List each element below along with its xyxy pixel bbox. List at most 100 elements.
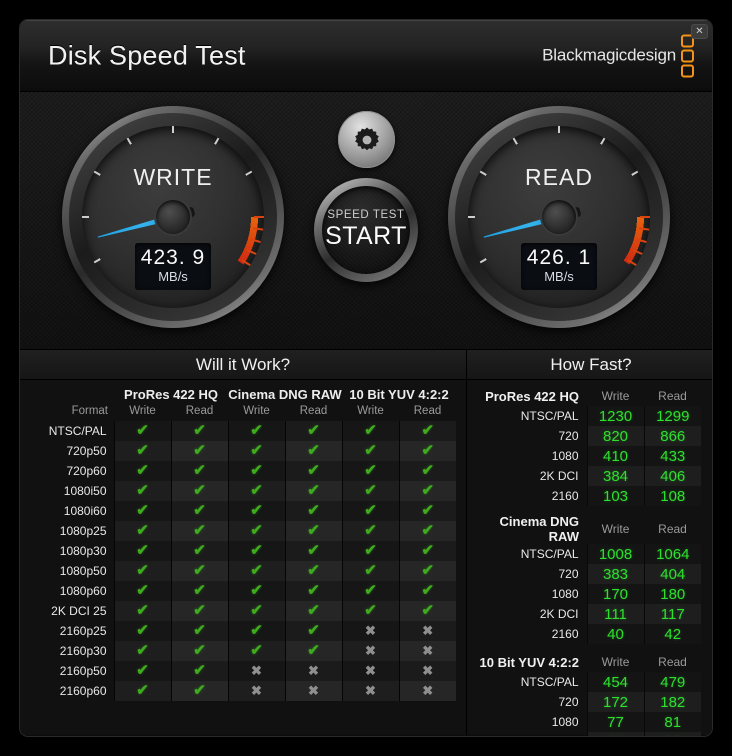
write-speed-value: 820 [586, 426, 644, 446]
format-label: 2K DCI 25 [51, 604, 107, 618]
supported-check-icon: ✔ [398, 561, 456, 581]
column-header-format: Format [71, 405, 108, 417]
supported-check-icon: ✔ [227, 621, 285, 641]
results-area: Will it Work? ProRes 422 HQ Cinema DNG R… [20, 350, 712, 736]
unsupported-cross-icon: ✖ [398, 621, 456, 641]
read-speed-value: 406 [643, 466, 701, 486]
close-icon[interactable]: ✕ [691, 24, 708, 39]
format-label: 1080i60 [63, 504, 107, 518]
compatibility-table: ProRes 422 HQ Cinema DNG RAW 10 Bit YUV … [32, 386, 456, 701]
supported-check-icon: ✔ [398, 441, 456, 461]
speed-row: 2K DCI5053 [477, 732, 701, 736]
supported-check-icon: ✔ [284, 501, 342, 521]
supported-check-icon: ✔ [398, 541, 456, 561]
speed-row: 1080 170 180 [477, 584, 701, 604]
column-header-dng-write: Write [243, 405, 270, 417]
supported-check-icon: ✔ [227, 541, 285, 561]
supported-check-icon: ✔ [284, 621, 342, 641]
supported-check-icon: ✔ [341, 521, 399, 541]
format-label: 2160p30 [59, 644, 107, 658]
read-gauge-face: READ 426. 1 MB/s [468, 126, 650, 308]
read-needle-hub [542, 200, 576, 234]
table-row: 1080i50 ✔ ✔ ✔ ✔ ✔ ✔ [32, 481, 456, 501]
unsupported-cross-icon: ✖ [398, 681, 456, 701]
supported-check-icon: ✔ [398, 581, 456, 601]
write-speed-value: 454 [586, 672, 644, 692]
compatibility-table-body: NTSC/PAL ✔ ✔ ✔ ✔ ✔ ✔ 720p50 ✔ ✔ ✔ ✔ ✔ ✔ 720p60 ✔ ✔ ✔ ✔ ✔ ✔ 10… [32, 421, 456, 701]
supported-check-icon: ✔ [227, 501, 285, 521]
format-label: 1080p60 [59, 584, 107, 598]
supported-check-icon: ✔ [398, 601, 456, 621]
resolution-label: 1080 [551, 587, 579, 601]
format-label: 1080p25 [59, 524, 107, 538]
supported-check-icon: ✔ [227, 441, 285, 461]
read-speed-value: 433 [643, 446, 701, 466]
write-speed-value: 50 [586, 732, 644, 736]
supported-check-icon: ✔ [284, 461, 342, 481]
supported-check-icon: ✔ [398, 421, 456, 441]
compatibility-matrix: ProRes 422 HQ Cinema DNG RAW 10 Bit YUV … [20, 380, 466, 701]
supported-check-icon: ✔ [170, 641, 228, 661]
blackmagic-logo-icon [681, 34, 694, 77]
supported-check-icon: ✔ [341, 601, 399, 621]
read-value: 426. 1 [526, 245, 592, 269]
write-gauge-label: WRITE [133, 164, 213, 190]
format-label: 1080p50 [59, 564, 107, 578]
supported-check-icon: ✔ [113, 521, 171, 541]
table-row: 1080p60 ✔ ✔ ✔ ✔ ✔ ✔ [32, 581, 456, 601]
supported-check-icon: ✔ [284, 541, 342, 561]
brand: Blackmagicdesign [542, 34, 694, 77]
supported-check-icon: ✔ [113, 681, 171, 701]
table-row: 2160p30 ✔ ✔ ✔ ✔ ✖ ✖ [32, 641, 456, 661]
speed-row: 720 172 182 [477, 692, 701, 712]
start-test-button[interactable]: SPEED TEST START [314, 178, 418, 282]
write-speed-value: 170 [586, 584, 644, 604]
write-readout: 423. 9 MB/s [135, 242, 211, 290]
speed-row: 1080 77 81 [477, 712, 701, 732]
unsupported-cross-icon: ✖ [341, 661, 399, 681]
how-fast-table: ProRes 422 HQ Write Read NTSC/PAL 1230 1299 72… [477, 386, 701, 736]
supported-check-icon: ✔ [170, 421, 228, 441]
supported-check-icon: ✔ [170, 441, 228, 461]
group-header-yuv: 10 Bit YUV 4:2:2 [349, 387, 449, 402]
supported-check-icon: ✔ [284, 481, 342, 501]
gear-icon [354, 127, 379, 150]
column-header-prores-write: Write [129, 405, 156, 417]
write-value: 423. 9 [140, 245, 206, 269]
supported-check-icon: ✔ [113, 661, 171, 681]
write-needle-hub [156, 200, 190, 234]
unsupported-cross-icon: ✖ [227, 681, 285, 701]
read-speed-value: 182 [643, 692, 701, 712]
supported-check-icon: ✔ [113, 561, 171, 581]
resolution-label: 1080 [551, 715, 579, 729]
supported-check-icon: ✔ [341, 441, 399, 461]
settings-button[interactable] [338, 111, 395, 168]
resolution-label: NTSC/PAL [520, 675, 579, 689]
column-header-prores-read: Read [185, 405, 214, 417]
supported-check-icon: ✔ [113, 421, 171, 441]
column-header-write: Write [601, 389, 630, 403]
unsupported-cross-icon: ✖ [398, 641, 456, 661]
page-title: Disk Speed Test [48, 40, 246, 70]
supported-check-icon: ✔ [227, 521, 285, 541]
speed-row: 720 383 404 [477, 564, 701, 584]
group-spacer [477, 506, 701, 514]
codec-group-name: 10 Bit YUV 4:2:2 [479, 654, 579, 670]
start-button-sublabel: SPEED TEST [327, 209, 405, 221]
supported-check-icon: ✔ [284, 561, 342, 581]
supported-check-icon: ✔ [398, 481, 456, 501]
unsupported-cross-icon: ✖ [398, 661, 456, 681]
supported-check-icon: ✔ [227, 461, 285, 481]
read-speed-value: 404 [643, 564, 701, 584]
supported-check-icon: ✔ [227, 421, 285, 441]
group-header-row: ProRes 422 HQ Cinema DNG RAW 10 Bit YUV … [32, 386, 456, 405]
read-gauge-bezel: READ 426. 1 MB/s [455, 113, 663, 321]
supported-check-icon: ✔ [341, 581, 399, 601]
will-it-work-heading: Will it Work? [20, 350, 466, 380]
read-speed-value: 81 [643, 712, 701, 732]
supported-check-icon: ✔ [113, 601, 171, 621]
format-label: 2160p25 [59, 624, 107, 638]
write-speed-value: 1230 [586, 406, 644, 426]
supported-check-icon: ✔ [170, 661, 228, 681]
group-header-prores: ProRes 422 HQ [124, 387, 218, 402]
